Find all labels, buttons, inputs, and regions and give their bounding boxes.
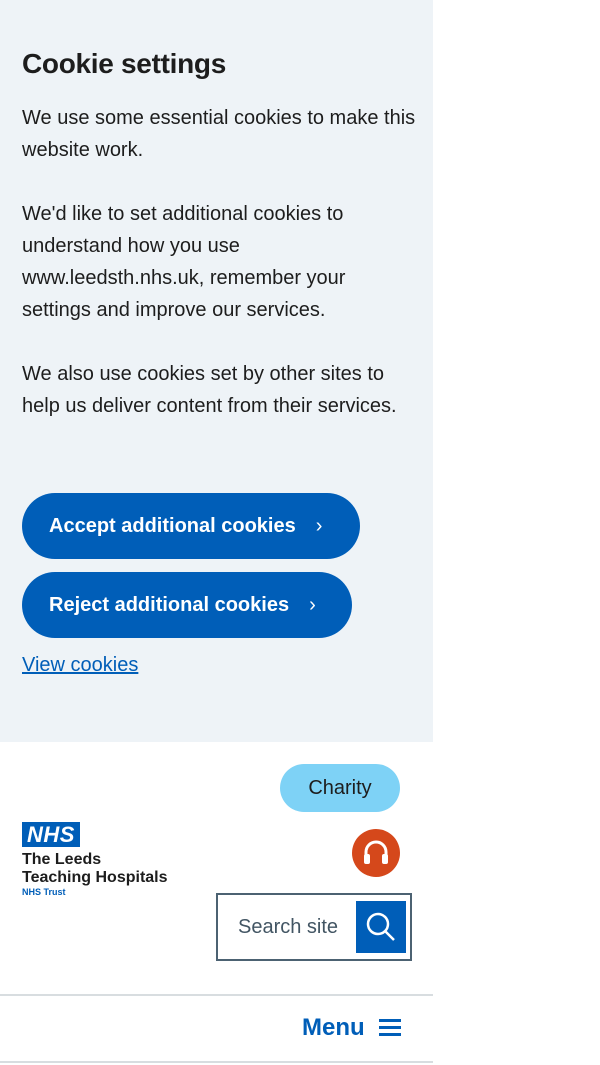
hamburger-icon [378, 1019, 401, 1037]
cookie-text-additional: We'd like to set additional cookies to u… [22, 203, 346, 321]
view-cookies-link[interactable]: View cookies [22, 654, 138, 677]
header-divider [0, 994, 433, 996]
search-input[interactable] [218, 895, 370, 959]
cookie-banner-title: Cookie settings [22, 48, 226, 79]
menu-label: Menu [302, 1014, 365, 1041]
chevron-right-icon: › [315, 514, 323, 537]
cookie-text-third-party: We also use cookies set by other sites t… [22, 363, 397, 417]
accept-cookies-label: Accept additional cookies [49, 514, 296, 537]
logo-org-line-1: The Leeds [22, 851, 102, 868]
nav-divider [0, 1061, 433, 1063]
search-form [216, 893, 412, 961]
search-button[interactable] [356, 901, 406, 953]
logo-org-line-2: Teaching Hospitals [22, 869, 168, 886]
accept-cookies-button[interactable]: Accept additional cookies › [22, 493, 360, 559]
reject-cookies-label: Reject additional cookies [49, 593, 290, 616]
nhs-trust-logo[interactable]: NHS The Leeds Teaching Hospitals NHS Tru… [22, 822, 168, 897]
logo-trust-label: NHS Trust [22, 887, 66, 897]
search-icon [366, 912, 395, 941]
chevron-right-icon: › [309, 593, 316, 616]
menu-toggle-button[interactable]: Menu [302, 1010, 401, 1046]
reject-cookies-button[interactable]: Reject additional cookies › [22, 572, 352, 638]
cookie-text-essential: We use some essential cookies to make th… [22, 107, 416, 161]
headphones-icon[interactable] [352, 829, 400, 877]
nhs-logo-mark: NHS [22, 822, 80, 847]
charity-button[interactable]: Charity [280, 764, 400, 812]
